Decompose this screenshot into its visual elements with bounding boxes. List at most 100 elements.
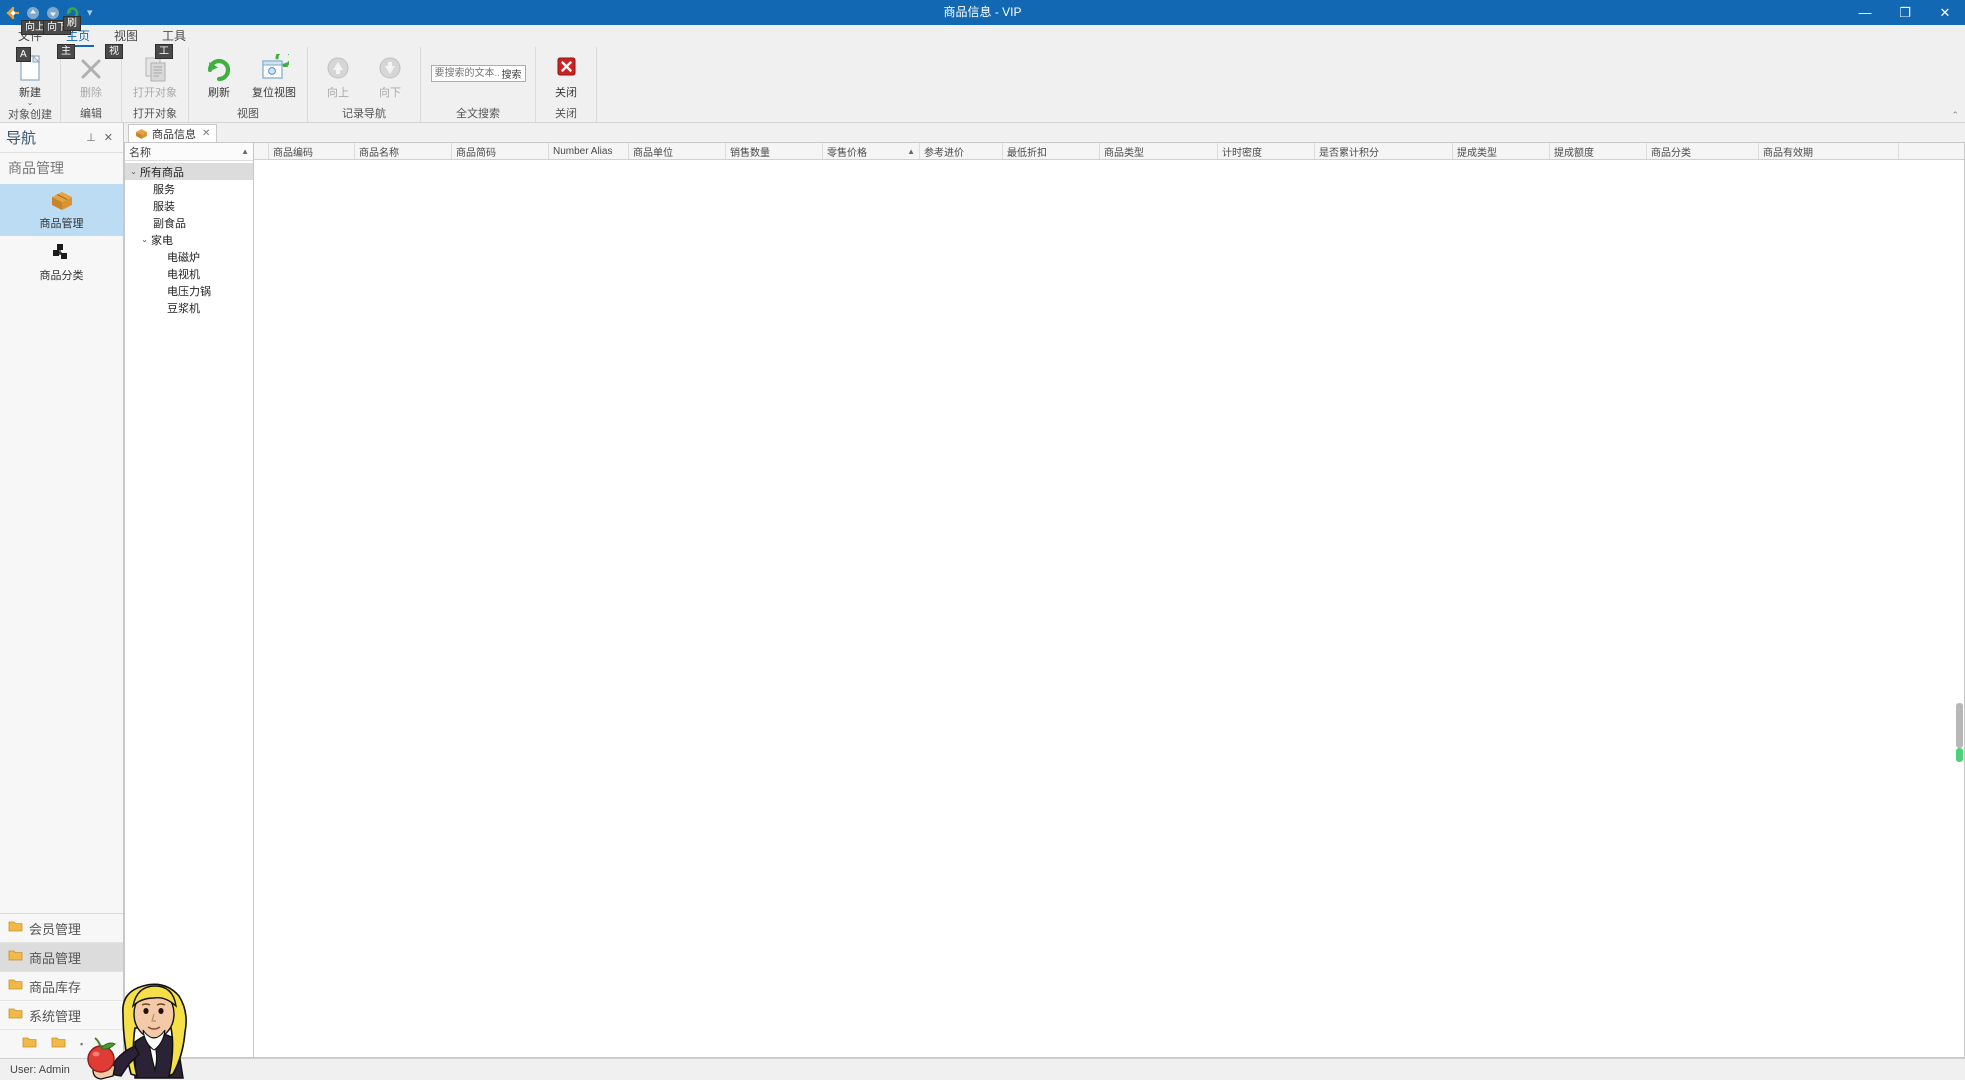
product-grid-panel: 商品编码 商品名称 商品简码 Number Alias 商品单位 销售数量 零售… xyxy=(254,142,1965,1058)
grid-header-commission-amount[interactable]: 提成额度 xyxy=(1550,143,1647,159)
grid-header-product-code[interactable]: 商品编码 xyxy=(269,143,355,159)
chevron-down-icon[interactable]: ⌄ xyxy=(127,167,140,176)
nav-item-product-category[interactable]: 商品分类 xyxy=(0,236,123,288)
tree-node-label: 电视机 xyxy=(167,268,200,281)
ribbon-group-record-nav: 向上 向下 记录导航 xyxy=(308,47,421,122)
ribbon-body: 新建 ⌄ 对象创建 删除 编辑 打开对象 打开对象 刷新 复位视图 视图 向上 … xyxy=(0,47,1965,122)
grid-header-product-type[interactable]: 商品类型 xyxy=(1100,143,1218,159)
navigation-items: 商品管理 商品分类 xyxy=(0,184,123,913)
ribbon-group-label-close: 关闭 xyxy=(555,108,577,120)
delete-x-icon xyxy=(77,53,105,85)
minimize-button[interactable]: — xyxy=(1845,0,1885,25)
grid-header-row[interactable]: 商品编码 商品名称 商品简码 Number Alias 商品单位 销售数量 零售… xyxy=(254,143,1964,160)
refresh-button[interactable]: 刷新 xyxy=(195,51,243,101)
grid-header-product-validity[interactable]: 商品有效期 xyxy=(1759,143,1899,159)
ribbon-group-label-view: 视图 xyxy=(237,108,259,120)
nav-item-label: 商品管理 xyxy=(39,218,84,230)
grid-header-accumulate-points[interactable]: 是否累计积分 xyxy=(1315,143,1453,159)
grid-header-product-category[interactable]: 商品分类 xyxy=(1647,143,1759,159)
ribbon-collapse-icon[interactable]: ⌃ xyxy=(1951,110,1959,121)
overflow-dots-icon[interactable]: ▪ xyxy=(80,1039,83,1049)
status-user-label: User: Admin xyxy=(10,1063,70,1076)
tree-node-all-products[interactable]: ⌄ 所有商品 xyxy=(125,163,253,180)
tree-node-clothing[interactable]: 服装 xyxy=(125,197,253,214)
tree-node-label: 服务 xyxy=(153,183,175,196)
grid-header-retail-price[interactable]: 零售价格 ▲ xyxy=(823,143,920,159)
navigation-group-title: 商品管理 xyxy=(8,162,64,177)
qat-nav-up-icon[interactable] xyxy=(24,4,41,21)
grid-header-reference-cost[interactable]: 参考进价 xyxy=(920,143,1003,159)
tree-node-induction-cooker[interactable]: 电磁炉 xyxy=(125,248,253,265)
folder-icon xyxy=(8,949,23,965)
vertical-scrollbar-accent[interactable] xyxy=(1956,748,1963,762)
close-icon[interactable]: ✕ xyxy=(100,131,117,144)
app-logo-icon[interactable] xyxy=(4,4,21,21)
close-icon[interactable]: ✕ xyxy=(202,128,210,139)
tree-node-soy-milk-maker[interactable]: 豆浆机 xyxy=(125,299,253,316)
tree-node-groceries[interactable]: 副食品 xyxy=(125,214,253,231)
grid-header-product-shortcode[interactable]: 商品简码 xyxy=(452,143,549,159)
package-box-icon xyxy=(50,189,74,213)
chevron-down-icon[interactable]: ⌄ xyxy=(138,235,151,244)
document-area: 商品信息 ✕ 名称 ▲ ⌄ 所有商品 服务 服装 副食品 ⌄ 家电 电磁炉 电视… xyxy=(124,123,1965,1058)
record-down-button-label: 向下 xyxy=(379,87,401,99)
qat-nav-down-icon[interactable] xyxy=(44,4,61,21)
ribbon-group-label-open-object: 打开对象 xyxy=(133,108,177,120)
document-tab-product-info[interactable]: 商品信息 ✕ xyxy=(128,124,218,142)
nav-item-label: 商品分类 xyxy=(39,270,84,282)
nav-item-product-management[interactable]: 商品管理 xyxy=(0,184,123,236)
qat-more-button[interactable]: ▾ xyxy=(84,6,96,19)
keytip-tab-file: A xyxy=(16,47,31,62)
reset-view-icon xyxy=(259,53,289,85)
document-tab-strip[interactable]: 商品信息 ✕ xyxy=(124,123,1965,142)
pin-icon[interactable]: ⊥ xyxy=(82,131,100,144)
grid-header-sales-quantity[interactable]: 销售数量 xyxy=(726,143,823,159)
grid-header-min-discount[interactable]: 最低折扣 xyxy=(1003,143,1100,159)
restore-button[interactable]: ❐ xyxy=(1885,0,1925,25)
new-button-caret-icon[interactable]: ⌄ xyxy=(27,99,34,107)
vertical-scrollbar-thumb[interactable] xyxy=(1956,703,1963,748)
grid-header-product-unit[interactable]: 商品单位 xyxy=(629,143,726,159)
grid-header-commission-type[interactable]: 提成类型 xyxy=(1453,143,1550,159)
window-title: 商品信息 - VIP xyxy=(943,5,1022,19)
grid-header-product-name[interactable]: 商品名称 xyxy=(355,143,452,159)
grid-header-time-density[interactable]: 计时密度 xyxy=(1218,143,1315,159)
folder-icon[interactable] xyxy=(22,1035,37,1053)
nav-bar-label: 系统管理 xyxy=(29,1008,82,1024)
search-button[interactable]: 搜索 xyxy=(499,66,525,81)
tree-node-pressure-cooker[interactable]: 电压力锅 xyxy=(125,282,253,299)
nav-bar-product-management[interactable]: 商品管理 xyxy=(0,943,123,972)
grid-body[interactable] xyxy=(254,160,1964,1057)
ribbon-group-label-record-nav: 记录导航 xyxy=(342,108,386,120)
sort-ascending-icon: ▲ xyxy=(907,146,915,156)
nav-bar-member-management[interactable]: 会员管理 xyxy=(0,914,123,943)
navigation-bottom-bars: 会员管理 商品管理 商品库存 系统管理 ▪ xyxy=(0,913,123,1058)
title-bar: ▾ 商品信息 - VIP — ❐ ✕ xyxy=(0,0,1965,25)
record-down-button[interactable]: 向下 xyxy=(366,51,414,101)
reset-view-button[interactable]: 复位视图 xyxy=(247,51,301,101)
search-box[interactable]: 搜索 xyxy=(430,65,526,82)
tree-node-television[interactable]: 电视机 xyxy=(125,265,253,282)
folder-icon[interactable] xyxy=(51,1035,66,1053)
window-controls[interactable]: — ❐ ✕ xyxy=(1845,0,1965,25)
workspace: 导航 ⊥ ✕ 商品管理 商品管理 商品分类 会员管理 商品管理 商品库存 系统管… xyxy=(0,123,1965,1058)
record-up-button[interactable]: 向上 xyxy=(314,51,362,101)
close-view-button[interactable]: 关闭 xyxy=(542,51,590,101)
refresh-icon xyxy=(204,53,234,85)
tree-node-service[interactable]: 服务 xyxy=(125,180,253,197)
nav-bar-product-inventory[interactable]: 商品库存 xyxy=(0,972,123,1001)
close-button[interactable]: ✕ xyxy=(1925,0,1965,25)
nav-bar-system-management[interactable]: 系统管理 xyxy=(0,1001,123,1030)
reset-view-button-label: 复位视图 xyxy=(252,87,296,99)
ribbon-group-label-edit: 编辑 xyxy=(80,108,102,120)
folder-icon xyxy=(8,920,23,936)
sort-ascending-icon: ▲ xyxy=(241,147,249,156)
search-input[interactable] xyxy=(431,66,499,81)
tree-node-label: 豆浆机 xyxy=(167,302,200,315)
keytip-tab-home: 主 xyxy=(57,44,75,59)
tree-header[interactable]: 名称 ▲ xyxy=(125,143,253,161)
grid-header-number-alias[interactable]: Number Alias xyxy=(549,143,629,159)
navigation-overflow-bar[interactable]: ▪ xyxy=(0,1030,123,1058)
ribbon-tab-strip[interactable]: 文件 主页 视图 工具 xyxy=(0,25,1965,47)
tree-node-home-appliances[interactable]: ⌄ 家电 xyxy=(125,231,253,248)
